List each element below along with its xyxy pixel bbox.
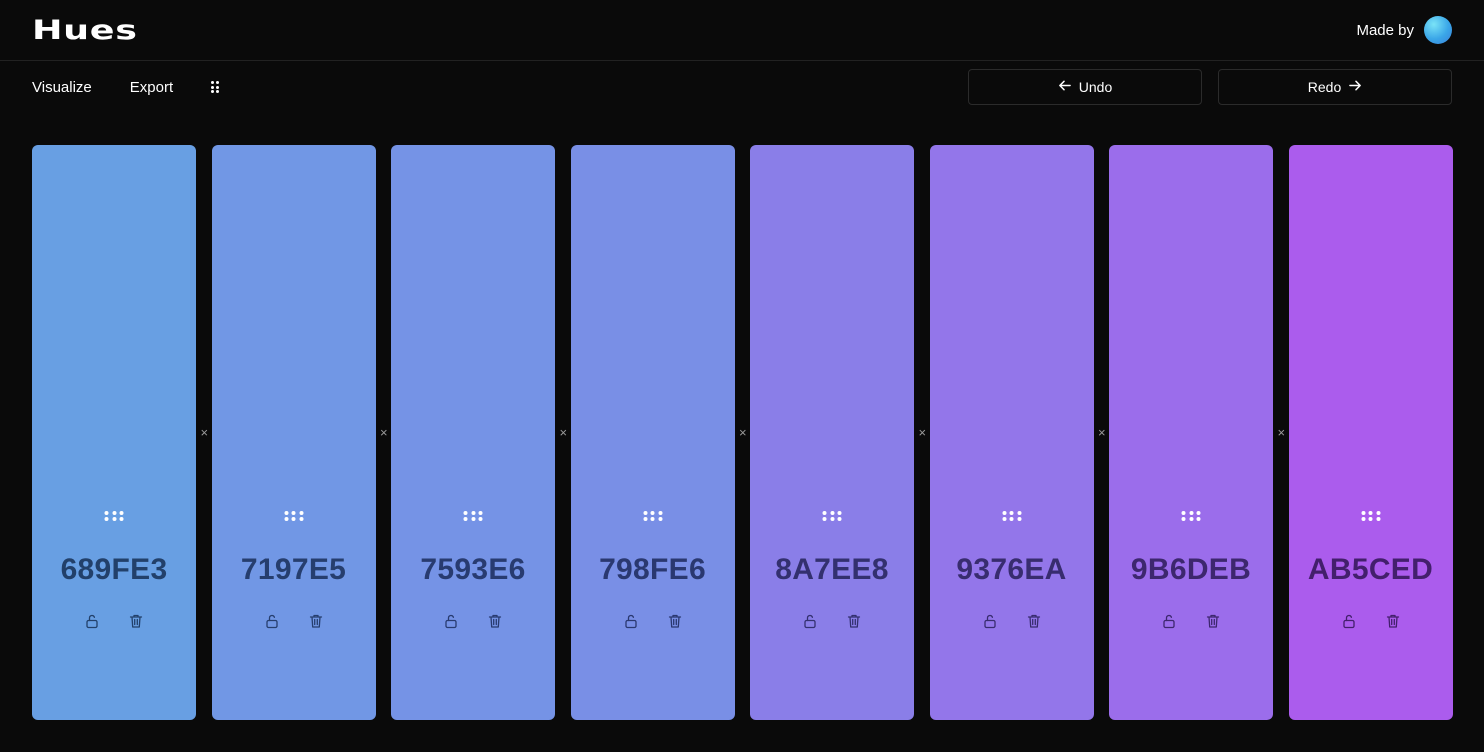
trash-icon[interactable] (1026, 613, 1042, 629)
drag-dots-icon[interactable] (463, 511, 483, 521)
swatch-hex-code[interactable]: AB5CED (1289, 553, 1453, 587)
undo-button[interactable]: Undo (968, 69, 1202, 105)
drag-dots-icon[interactable] (284, 511, 303, 521)
swatch-actions (1109, 613, 1273, 629)
swatch-hex-code[interactable]: 689FE3 (32, 553, 196, 587)
swatch-actions (1289, 613, 1453, 629)
drag-dots-icon[interactable] (822, 511, 842, 521)
palette: 689FE3 × 7197E5 × 7593E6 × 798FE6 × 8A7EE8 × 9376E… (32, 145, 1453, 720)
arrow-right-icon (1349, 79, 1362, 95)
unlock-icon[interactable] (443, 613, 459, 629)
author-avatar[interactable] (1424, 16, 1452, 44)
unlock-icon[interactable] (84, 613, 100, 629)
arrow-left-icon (1058, 79, 1071, 95)
remove-gap-close-icon[interactable]: × (1273, 425, 1289, 441)
color-swatch[interactable]: 7197E5 (211, 145, 376, 720)
trash-icon[interactable] (667, 613, 683, 629)
unlock-icon[interactable] (802, 613, 818, 629)
color-swatch[interactable]: 8A7EE8 (750, 145, 914, 720)
visualize-button[interactable]: Visualize (32, 79, 92, 96)
redo-label: Redo (1307, 79, 1342, 95)
remove-gap-close-icon[interactable]: × (196, 425, 212, 441)
swatch-actions (32, 613, 196, 629)
remove-gap-close-icon[interactable]: × (376, 425, 392, 441)
app-logo[interactable]: Hues (32, 15, 138, 46)
trash-icon[interactable] (487, 613, 503, 629)
color-swatch[interactable]: AB5CED (1288, 145, 1453, 720)
color-swatch[interactable]: 9376EA (929, 145, 1094, 720)
made-by-label: Made by (1356, 21, 1414, 39)
unlock-icon[interactable] (264, 613, 280, 629)
color-swatch[interactable]: 7593E6 (391, 145, 555, 720)
grip-vertical-icon[interactable] (211, 81, 220, 93)
export-button[interactable]: Export (130, 79, 173, 96)
swatch-hex-code[interactable]: 9B6DEB (1109, 553, 1273, 587)
trash-icon[interactable] (846, 613, 862, 629)
swatch-hex-code[interactable]: 8A7EE8 (750, 553, 914, 587)
trash-icon[interactable] (1385, 613, 1401, 629)
unlock-icon[interactable] (982, 613, 998, 629)
undo-label: Undo (1078, 79, 1113, 95)
swatch-actions (750, 613, 914, 629)
swatch-actions (571, 613, 735, 629)
drag-dots-icon[interactable] (104, 511, 124, 521)
toolbar: Visualize Export Undo Redo (0, 61, 1484, 113)
unlock-icon[interactable] (1341, 613, 1357, 629)
remove-gap-close-icon[interactable]: × (914, 425, 930, 441)
top-bar: Hues Made by (0, 0, 1484, 61)
swatch-hex-code[interactable]: 7197E5 (212, 553, 376, 587)
unlock-icon[interactable] (623, 613, 639, 629)
swatch-hex-code[interactable]: 7593E6 (391, 553, 555, 587)
remove-gap-close-icon[interactable]: × (1094, 425, 1110, 441)
drag-dots-icon[interactable] (1181, 511, 1201, 521)
drag-dots-icon[interactable] (643, 511, 662, 521)
color-swatch[interactable]: 689FE3 (32, 145, 196, 720)
swatch-actions (930, 613, 1094, 629)
trash-icon[interactable] (308, 613, 324, 629)
made-by: Made by (1356, 16, 1452, 44)
unlock-icon[interactable] (1161, 613, 1177, 629)
swatch-hex-code[interactable]: 9376EA (930, 553, 1094, 587)
drag-dots-icon[interactable] (1361, 511, 1380, 521)
color-swatch[interactable]: 798FE6 (570, 145, 735, 720)
trash-icon[interactable] (1205, 613, 1221, 629)
swatch-actions (391, 613, 555, 629)
redo-button[interactable]: Redo (1218, 69, 1452, 105)
swatch-hex-code[interactable]: 798FE6 (571, 553, 735, 587)
color-swatch[interactable]: 9B6DEB (1109, 145, 1273, 720)
remove-gap-close-icon[interactable]: × (555, 425, 571, 441)
trash-icon[interactable] (128, 613, 144, 629)
remove-gap-close-icon[interactable]: × (735, 425, 751, 441)
drag-dots-icon[interactable] (1002, 511, 1021, 521)
swatch-actions (212, 613, 376, 629)
